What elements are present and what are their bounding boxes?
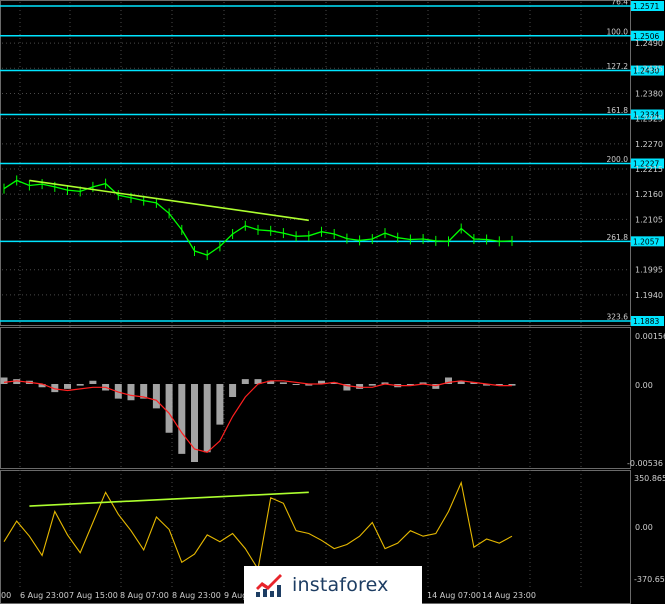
time-label: 6 Aug 23:00 bbox=[20, 591, 69, 600]
macd-histogram-bar bbox=[368, 384, 376, 386]
cci-axis-zero: 0.00 bbox=[635, 523, 653, 532]
price-axis-label: 1.2435 bbox=[635, 64, 663, 73]
price-axis-label: 1.2270 bbox=[635, 140, 663, 149]
fib-level-price: 1.1883 bbox=[633, 317, 659, 326]
fib-level-ratio: 200.0 bbox=[607, 155, 629, 164]
macd-histogram-bar bbox=[0, 377, 8, 384]
macd-histogram-bar bbox=[64, 384, 71, 389]
fib-level-ratio: 261.8 bbox=[607, 233, 629, 242]
brand-logo: instaforex bbox=[244, 566, 422, 604]
macd-histogram-bar bbox=[76, 384, 84, 386]
macd-histogram-bar bbox=[89, 380, 97, 384]
macd-histogram-bar bbox=[203, 384, 211, 453]
macd-histogram-bar bbox=[152, 384, 160, 409]
price-axis-label: 1.2490 bbox=[635, 39, 663, 48]
time-label: 00 bbox=[1, 591, 11, 600]
fib-level-ratio: 161.8 bbox=[607, 106, 629, 115]
macd-histogram-bar bbox=[165, 384, 173, 433]
fib-level-price: 1.2571 bbox=[633, 2, 659, 11]
time-label: 7 Aug 15:00 bbox=[69, 591, 118, 600]
fib-level-ratio: 100.0 bbox=[607, 27, 629, 36]
fib-level-ratio: 76.4 bbox=[611, 0, 628, 7]
macd-histogram-bar bbox=[241, 379, 249, 384]
price-axis-label: 1.2325 bbox=[635, 115, 663, 124]
macd-histogram-bar bbox=[229, 384, 237, 397]
macd-axis-zero: 0.00 bbox=[635, 381, 653, 390]
price-axis-label: 1.1940 bbox=[635, 291, 663, 300]
macd-histogram-bar bbox=[279, 382, 287, 384]
fib-level-ratio: 127.2 bbox=[607, 62, 629, 71]
macd-histogram-bar bbox=[292, 384, 300, 385]
price-axis-label: 1.2380 bbox=[635, 89, 663, 98]
cci-axis-top: 350.8659 bbox=[634, 474, 665, 483]
price-axis-label: 1.2105 bbox=[635, 215, 663, 224]
time-label: 8 Aug 07:00 bbox=[120, 591, 169, 600]
time-label: 14 Aug 23:00 bbox=[482, 591, 536, 600]
macd-histogram-bar bbox=[191, 384, 198, 462]
brand-name: instaforex bbox=[292, 574, 389, 596]
macd-histogram-bar bbox=[178, 384, 186, 454]
macd-axis-bottom: -0.00536 bbox=[627, 459, 663, 468]
price-axis-label: 1.2160 bbox=[635, 190, 663, 199]
macd-axis-top: 0.00156 bbox=[635, 332, 665, 341]
brand-logo-icon bbox=[256, 574, 282, 597]
price-axis-label: 1.1995 bbox=[635, 266, 663, 275]
time-label: 14 Aug 07:00 bbox=[427, 591, 481, 600]
fib-level-ratio: 323.6 bbox=[607, 313, 629, 322]
chart-canvas: 76.4 1.2571100.0 1.2506127.2 1.2430161.8 1.2… bbox=[0, 0, 665, 604]
cci-axis-bottom: -370.6573 bbox=[634, 575, 665, 584]
macd-histogram-bar bbox=[216, 384, 224, 425]
price-axis-label: 1.2215 bbox=[635, 165, 663, 174]
time-label: 8 Aug 23:00 bbox=[172, 591, 221, 600]
macd-histogram-bar bbox=[127, 384, 135, 401]
fib-level-price: 1.2057 bbox=[633, 237, 659, 246]
